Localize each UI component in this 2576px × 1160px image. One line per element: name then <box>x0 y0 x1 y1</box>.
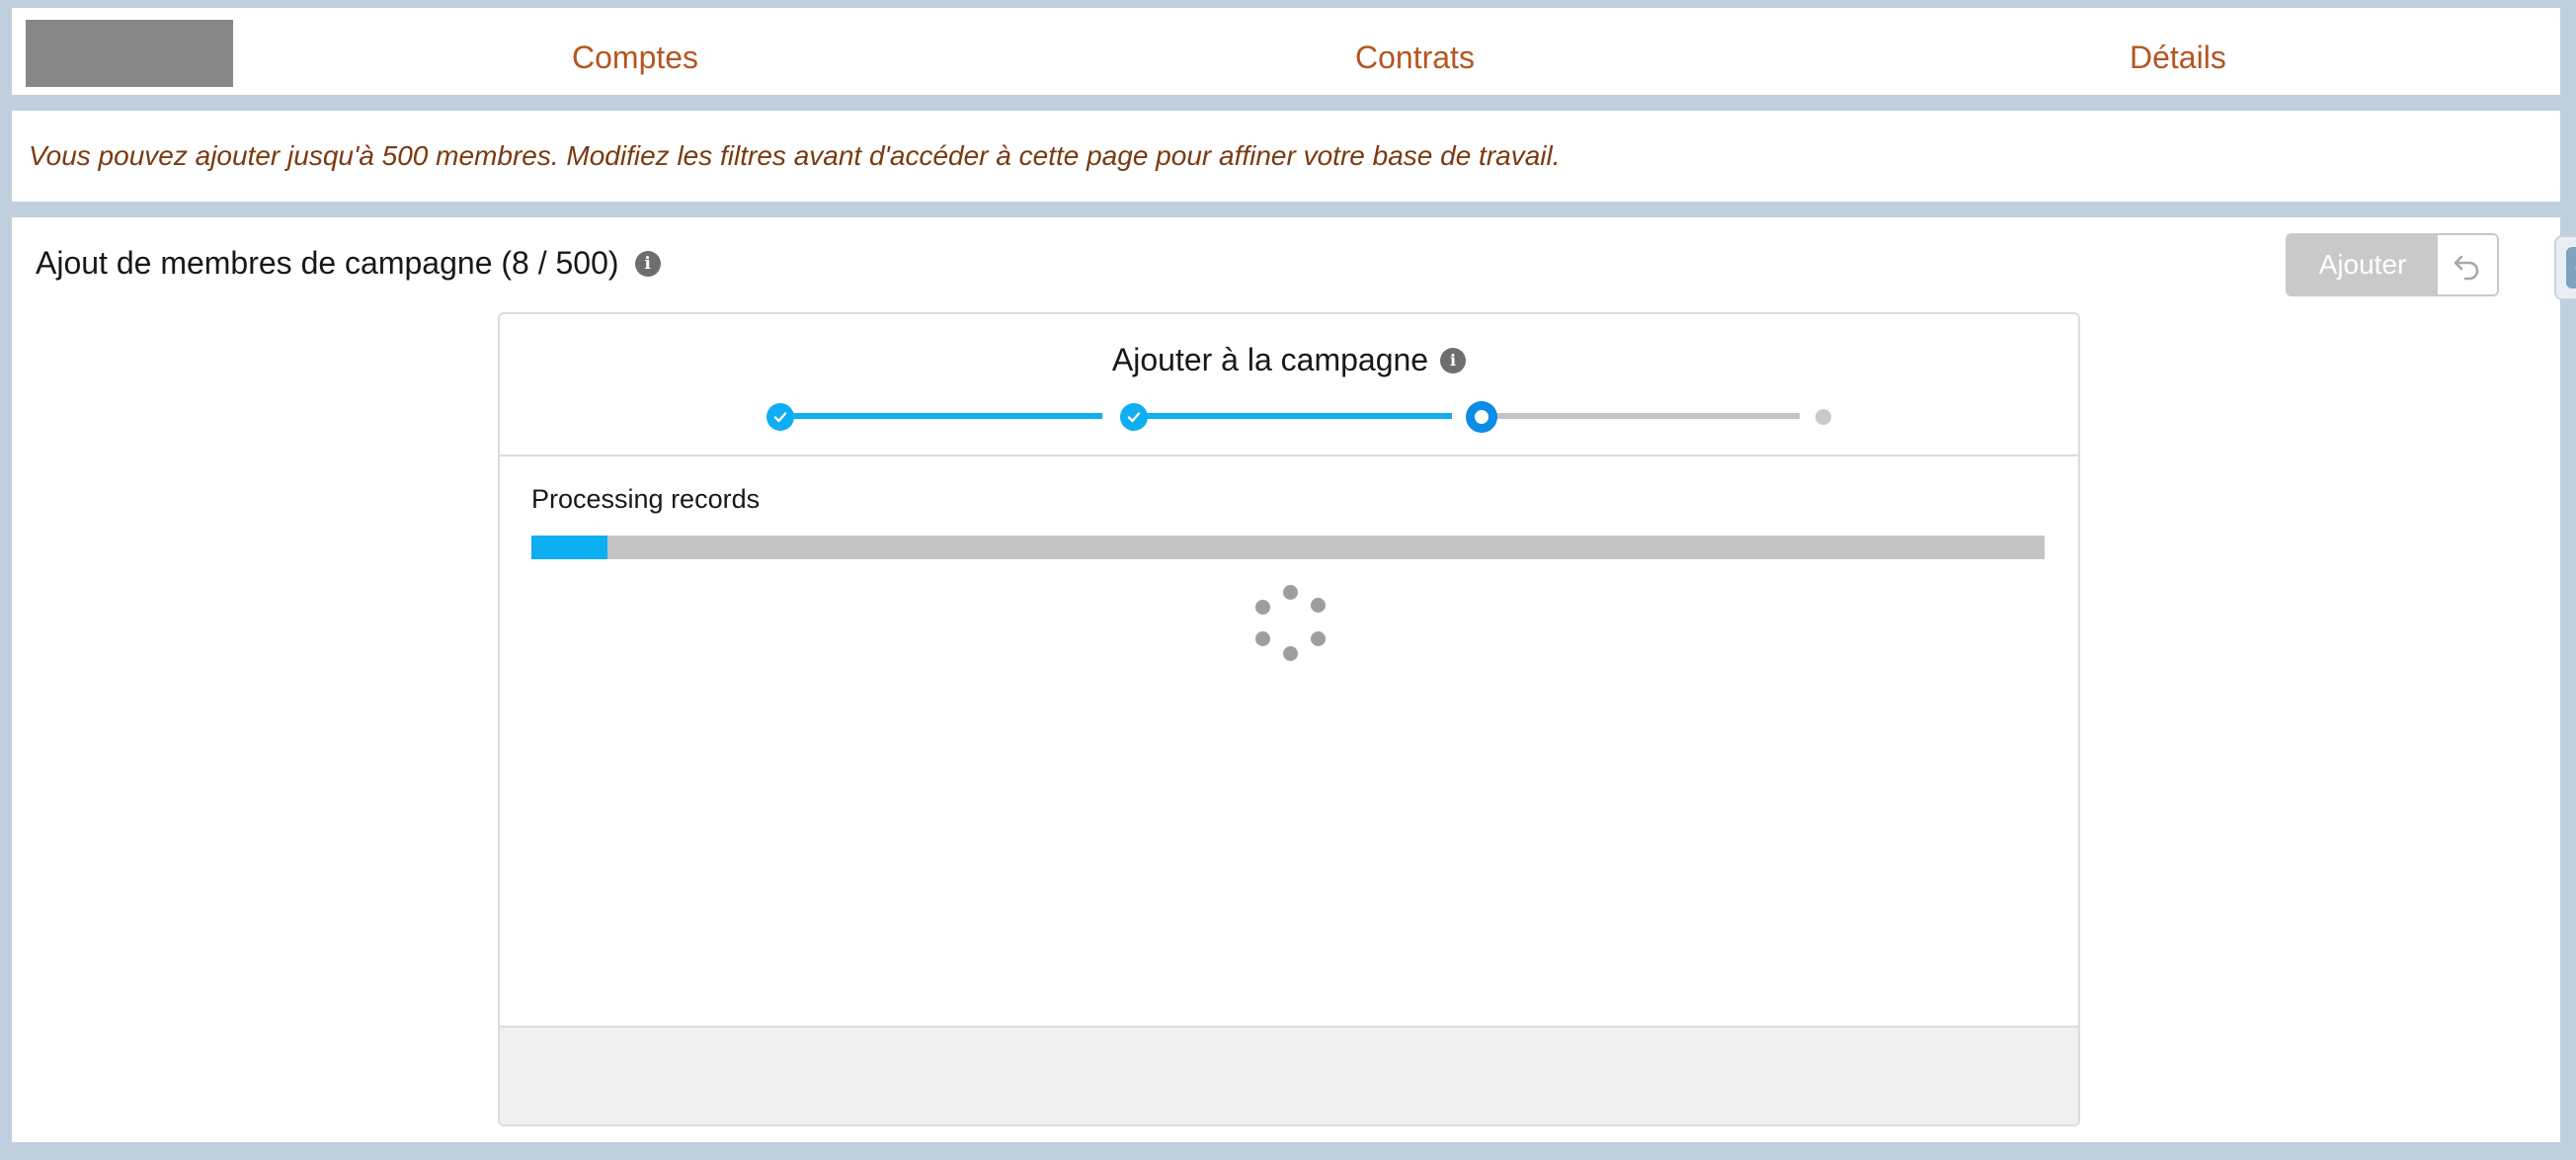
step-3-current <box>1466 401 1497 433</box>
spinner-dot <box>1255 631 1270 646</box>
add-button[interactable]: Ajouter <box>2288 235 2438 294</box>
step-connector-complete <box>1146 413 1452 419</box>
spinner-dot <box>1283 585 1298 600</box>
processing-label: Processing records <box>531 484 761 514</box>
card-header: Ajouter à la campagne i <box>500 314 2078 456</box>
check-icon <box>1127 412 1141 423</box>
undo-icon <box>2454 255 2479 281</box>
logo <box>26 20 233 87</box>
step-current-indicator <box>1475 410 1489 424</box>
undo-button[interactable] <box>2438 235 2497 294</box>
step-4-pending <box>1815 409 1831 425</box>
card-title-row: Ajouter à la campagne i <box>500 342 2078 378</box>
info-banner: Vous pouvez ajouter jusqu'à 500 membres.… <box>12 111 2560 202</box>
nav-link-comptes[interactable]: Comptes <box>572 8 698 95</box>
spinner-dot <box>1311 598 1326 613</box>
page-title: Ajout de membres de campagne (8 / 500) <box>36 245 619 281</box>
spinner-dot <box>1283 646 1298 661</box>
page-title-row: Ajout de membres de campagne (8 / 500) i <box>36 245 661 282</box>
progress-bar <box>531 536 2045 559</box>
step-2-complete <box>1120 403 1148 431</box>
add-to-campaign-card: Ajouter à la campagne i Processing recor… <box>498 312 2080 1126</box>
nav-link-contrats[interactable]: Contrats <box>1355 8 1475 95</box>
nav-link-details[interactable]: Détails <box>2130 8 2226 95</box>
progress-bar-fill <box>531 536 607 559</box>
info-icon[interactable]: i <box>634 250 661 277</box>
main-panel: Ajout de membres de campagne (8 / 500) i… <box>12 217 2576 1142</box>
spinner-dot <box>1255 600 1270 615</box>
step-1-complete <box>766 403 794 431</box>
side-panel-tab[interactable] <box>2554 235 2576 300</box>
banner-message: Vous pouvez ajouter jusqu'à 500 membres.… <box>29 140 1561 171</box>
check-icon <box>773 412 787 423</box>
step-connector-pending <box>1495 413 1800 419</box>
top-navbar: Comptes Contrats Détails <box>12 8 2560 95</box>
chevron-left-icon <box>2566 247 2576 289</box>
action-button-group: Ajouter <box>2286 233 2499 296</box>
loading-spinner-icon <box>1250 585 1329 664</box>
card-footer <box>500 1026 2078 1124</box>
info-icon[interactable]: i <box>1440 347 1467 373</box>
step-connector-complete <box>792 413 1102 419</box>
card-title: Ajouter à la campagne <box>1111 342 1429 377</box>
spinner-dot <box>1311 631 1326 646</box>
